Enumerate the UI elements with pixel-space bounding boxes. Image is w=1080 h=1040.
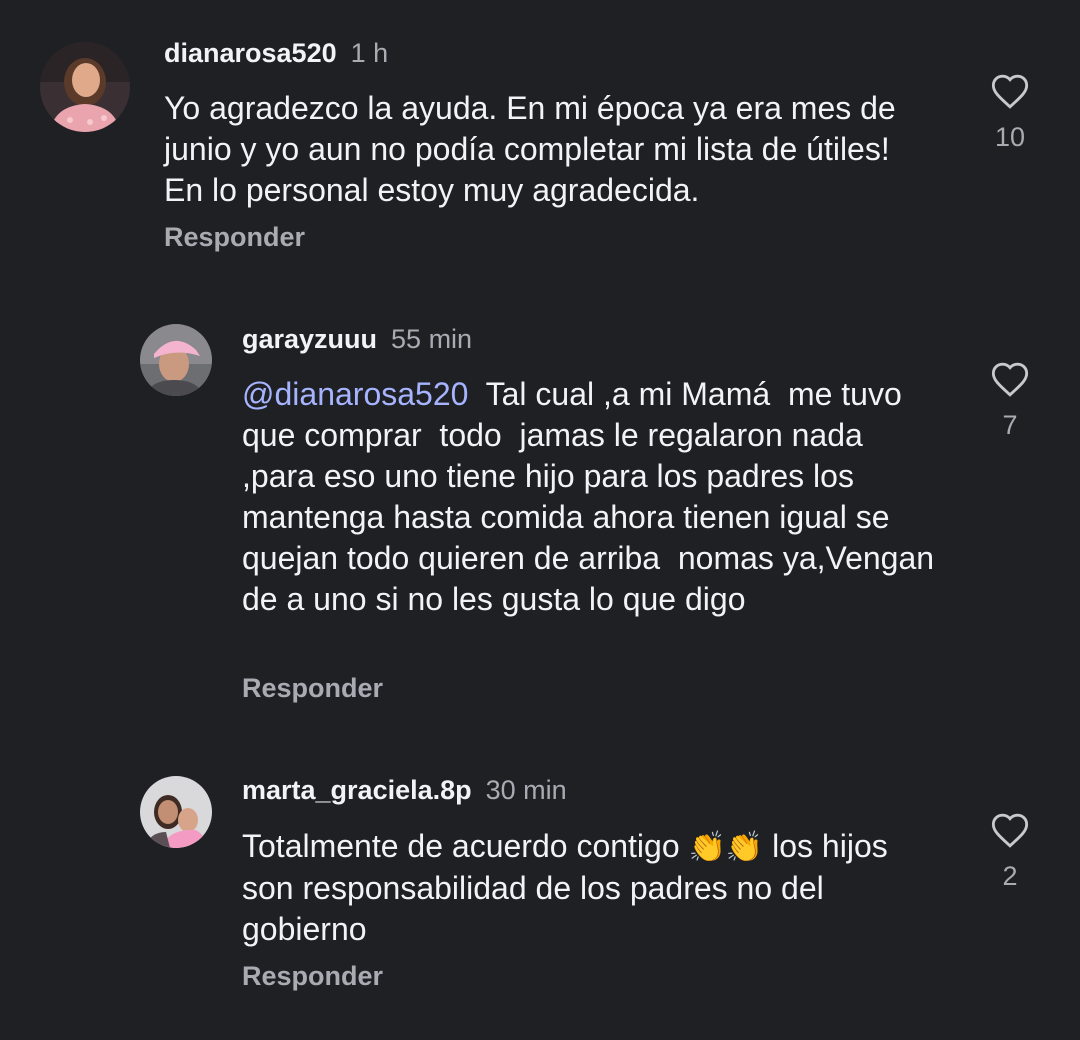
avatar-woman-pink-cap-icon	[140, 324, 212, 396]
comment-thread: dianarosa520 1 h Yo agradezco la ayuda. …	[0, 0, 1080, 1040]
comment-text: Yo agradezco la ayuda. En mi época ya er…	[164, 90, 896, 208]
clapping-hands-emoji: 👏👏	[688, 831, 764, 864]
like-button[interactable]: 10	[980, 72, 1040, 153]
mention-link[interactable]: @dianarosa520	[242, 376, 468, 412]
username[interactable]: dianarosa520	[164, 38, 337, 69]
like-button[interactable]: 7	[980, 360, 1040, 441]
avatar-woman-and-child-icon	[140, 776, 212, 848]
timestamp: 55 min	[391, 324, 473, 354]
heart-icon	[991, 362, 1029, 397]
comment-meta: dianarosa520 1 h	[164, 38, 388, 72]
heart-icon	[991, 74, 1029, 109]
avatar[interactable]	[40, 42, 130, 132]
timestamp: 1 h	[350, 38, 389, 68]
comment-body: Tal cual ,a mi Mamá me tuvo que comprar …	[242, 376, 943, 617]
comment-text: Totalmente de acuerdo contigo 👏👏 los hij…	[242, 826, 942, 950]
comment-meta: marta_graciela.8p 30 min	[242, 775, 567, 809]
comment-body: Totalmente de acuerdo contigo	[242, 828, 689, 864]
like-count: 10	[994, 122, 1026, 152]
avatar[interactable]	[140, 324, 212, 396]
username[interactable]: garayzuuu	[242, 324, 377, 355]
comment-meta: garayzuuu 55 min	[242, 324, 472, 358]
reply-button[interactable]: Responder	[242, 961, 383, 992]
username[interactable]: marta_graciela.8p	[242, 775, 472, 806]
avatar-woman-pink-dress-icon	[40, 42, 130, 132]
reply-button[interactable]: Responder	[164, 222, 305, 253]
like-count: 7	[1002, 410, 1018, 440]
reply-button[interactable]: Responder	[242, 673, 383, 704]
comment-text: @dianarosa520 Tal cual ,a mi Mamá me tuv…	[242, 374, 942, 620]
like-button[interactable]: 2	[980, 811, 1040, 892]
timestamp: 30 min	[485, 775, 567, 805]
heart-icon	[991, 813, 1029, 848]
like-count: 2	[1002, 861, 1018, 891]
avatar[interactable]	[140, 776, 212, 848]
